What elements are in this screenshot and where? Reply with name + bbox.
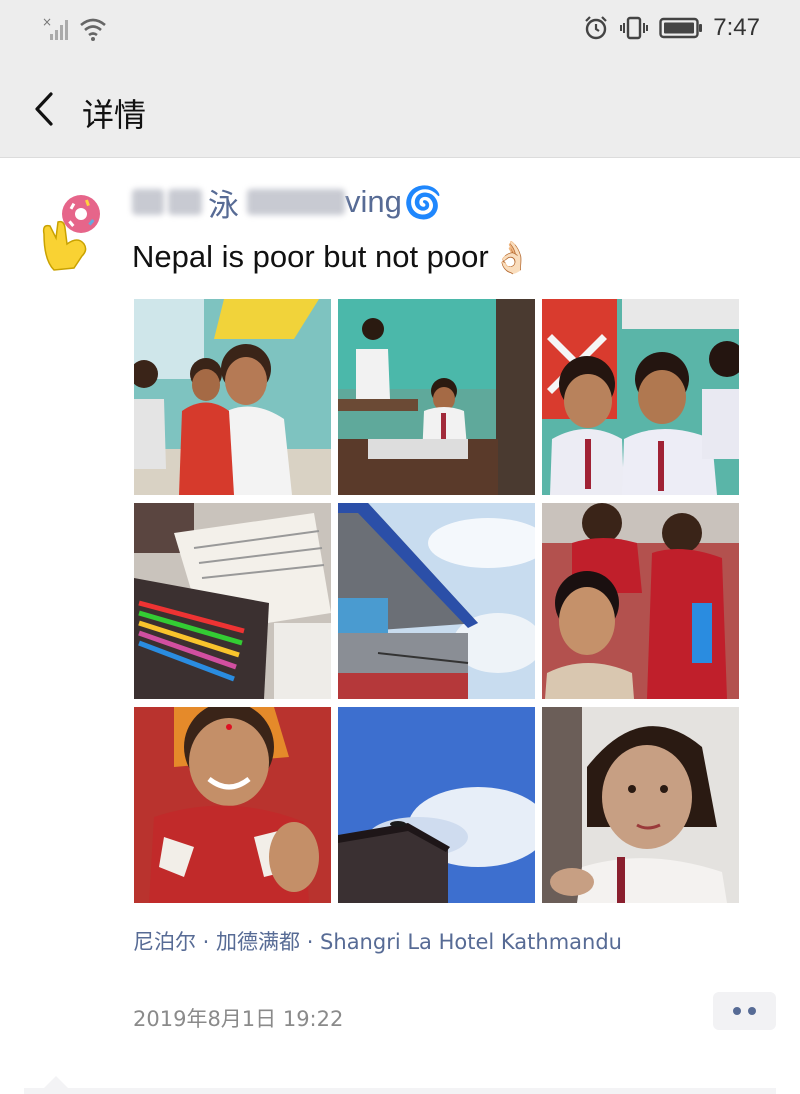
post-timestamp: 2019年8月1日 19:22 — [133, 1007, 344, 1031]
battery-icon — [659, 17, 703, 39]
photo-blue-sky-roof[interactable] — [338, 707, 535, 903]
photo-grid — [134, 299, 739, 903]
photo-boy-festival[interactable] — [542, 503, 739, 699]
author-name-fragment: 泳 — [208, 187, 239, 223]
photo-classroom-girl[interactable] — [134, 299, 331, 495]
svg-text:×: × — [42, 16, 52, 29]
back-button[interactable] — [22, 84, 66, 134]
dot-icon — [733, 1007, 741, 1015]
comments-area — [24, 1088, 776, 1094]
photo-building-sky[interactable] — [338, 503, 535, 699]
photo-classroom-boy[interactable] — [338, 299, 535, 495]
photo-girl-braids[interactable] — [542, 707, 739, 903]
post-text-body: Nepal is poor but not poor — [132, 239, 489, 274]
more-actions-button[interactable] — [713, 992, 776, 1030]
status-left: × — [42, 16, 108, 42]
vibrate-icon — [620, 16, 649, 40]
author-emoji: 🌀 — [403, 184, 443, 220]
photo-pencil-case[interactable] — [134, 503, 331, 699]
ok-hand-emoji: 👌🏻 — [492, 239, 532, 275]
redacted-name-part — [132, 189, 164, 215]
chevron-left-icon — [35, 92, 53, 126]
avatar[interactable] — [34, 186, 112, 272]
photo-smiling-girl[interactable] — [134, 707, 331, 903]
alarm-icon — [585, 16, 608, 40]
photo-boys-peace-sign[interactable] — [542, 299, 739, 495]
dot-icon — [748, 1007, 756, 1015]
nav-bar: 详情 — [0, 60, 800, 158]
status-bar: × 7:47 — [0, 0, 800, 60]
wifi-icon — [80, 18, 106, 41]
status-right: 7:47 — [583, 14, 760, 42]
redacted-name-part — [168, 189, 202, 215]
comments-pointer — [44, 1076, 68, 1088]
status-time: 7:47 — [713, 14, 760, 41]
author-name-fragment: ving — [345, 184, 402, 219]
author-name[interactable]: 泳 ving 🌀 — [132, 178, 442, 226]
post-text: Nepal is poor but not poor 👌🏻 — [132, 232, 531, 282]
location-link[interactable]: 尼泊尔 · 加德满都 · Shangri La Hotel Kathmandu — [133, 926, 622, 956]
signal-off-icon: × — [42, 16, 68, 40]
redacted-name-part — [247, 189, 345, 215]
hand-holding-donut-icon — [42, 195, 100, 271]
page-title: 详情 — [82, 96, 147, 134]
